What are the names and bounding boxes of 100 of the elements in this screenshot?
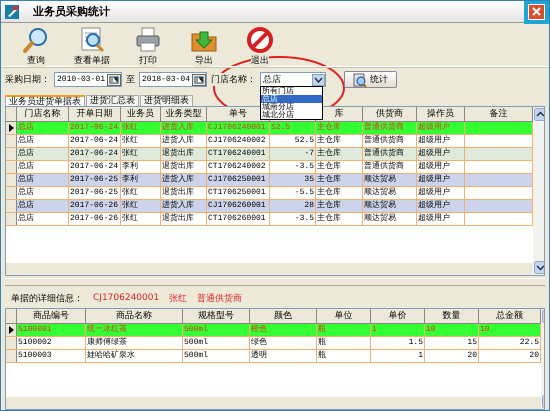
table-cell: 进货入库 bbox=[161, 200, 207, 212]
table-cell: 5100002 bbox=[17, 337, 86, 349]
column-header: 供货商 bbox=[363, 107, 417, 122]
column-header: 单价 bbox=[371, 309, 425, 323]
calendar-icon bbox=[107, 74, 121, 86]
tab[interactable]: 业务员进货单据表 bbox=[5, 95, 85, 106]
toolbar-button[interactable]: 退出 bbox=[239, 26, 281, 66]
table-cell: 超级用户 bbox=[417, 213, 465, 226]
table-cell: 主仓库 bbox=[316, 135, 363, 148]
table-cell: 进货入库 bbox=[161, 135, 207, 148]
tab[interactable]: 进货明细表 bbox=[140, 95, 193, 106]
table-cell: 超级用户 bbox=[417, 148, 465, 160]
table-cell: 普通供货商 bbox=[363, 135, 417, 148]
tab[interactable]: 进货汇总表 bbox=[86, 95, 139, 106]
table-cell: 张红 bbox=[121, 213, 161, 226]
table-cell: 主仓库 bbox=[316, 174, 363, 186]
table-cell: CJ1706240001 bbox=[207, 122, 270, 134]
toolbar-button[interactable]: 导出 bbox=[183, 26, 225, 66]
column-header: 业务员 bbox=[121, 107, 161, 122]
table-cell: 28 bbox=[270, 200, 316, 212]
table-cell: 主仓库 bbox=[316, 200, 363, 212]
table-cell: 15 bbox=[425, 337, 479, 349]
table-cell: 进货入库 bbox=[161, 122, 207, 134]
table-cell: 普通供货商 bbox=[363, 122, 417, 134]
table-cell: 李利 bbox=[121, 161, 161, 174]
calendar-icon bbox=[192, 74, 206, 86]
table-cell: 瓶 bbox=[317, 337, 371, 349]
table-cell: CT1706240002 bbox=[207, 161, 270, 174]
table-row[interactable]: 总店 2017-06-24 张红 退货出库 CT1706240001 -7 主仓库 普通供货商 超级用户 bbox=[6, 148, 533, 162]
column-header: 数量 bbox=[425, 309, 479, 323]
table-cell: 5100003 bbox=[17, 350, 86, 362]
table-cell: 主仓库 bbox=[316, 122, 363, 134]
table-cell: 透明 bbox=[250, 350, 317, 362]
dropdown-option[interactable]: 所有门店 bbox=[261, 87, 322, 96]
table-cell: 500ml bbox=[183, 337, 250, 349]
column-header: 颜色 bbox=[250, 309, 317, 323]
table-cell: 2017-06-25 bbox=[69, 187, 121, 200]
table-row[interactable]: 5100003 娃哈哈矿泉水 500ml 透明 瓶 1 20 20 bbox=[6, 350, 541, 363]
table-cell: 顺达贸易 bbox=[363, 187, 417, 200]
row-header bbox=[6, 200, 17, 212]
date-field[interactable]: 2010-03-01 bbox=[54, 72, 122, 88]
table-cell: 35 bbox=[270, 174, 316, 186]
table-cell: 普通供货商 bbox=[363, 148, 417, 160]
table-cell: 总店 bbox=[17, 148, 69, 160]
row-header bbox=[6, 148, 17, 160]
table-cell: 退货出库 bbox=[161, 187, 207, 200]
table-cell: 张红 bbox=[121, 187, 161, 200]
toolbar-button[interactable]: 打印 bbox=[127, 26, 169, 66]
table-cell: 统一冰红茶 bbox=[86, 324, 183, 336]
table-cell: CJ1706260001 bbox=[207, 200, 270, 212]
column-header: 商品编号 bbox=[17, 309, 86, 323]
detail-info: 单据的详细信息： CJ1706240001 张红 普通供货商 bbox=[10, 292, 244, 306]
row-header bbox=[6, 174, 17, 186]
table-cell: 52.5 bbox=[270, 122, 316, 134]
column-header: 操作员 bbox=[417, 107, 465, 122]
table-cell: CT1706260001 bbox=[207, 213, 270, 226]
current-row-icon bbox=[8, 326, 14, 334]
table-cell: -5.5 bbox=[270, 187, 316, 200]
table-cell: 张红 bbox=[121, 135, 161, 148]
table-cell: CJ1706250001 bbox=[207, 174, 270, 186]
table-cell: 进货入库 bbox=[161, 174, 207, 186]
table-cell: 2017-06-24 bbox=[69, 135, 121, 148]
row-header bbox=[6, 135, 17, 148]
table-row[interactable]: 总店 2017-06-25 李利 进货入库 CJ1706250001 35 主仓库 顺达贸易 超级用户 bbox=[6, 174, 533, 188]
table-cell: 2017-06-26 bbox=[69, 213, 121, 226]
window-title: 业务员采购统计 bbox=[33, 4, 111, 20]
table-cell: 2017-06-26 bbox=[69, 200, 121, 212]
table-row[interactable]: 总店 2017-06-24 李利 退货出库 CT1706240002 -3.5 主仓库 普通供货商 超级用户 bbox=[6, 161, 533, 174]
table-cell: 退货出库 bbox=[161, 213, 207, 226]
vertical-scrollbar[interactable] bbox=[533, 107, 544, 276]
table-row[interactable]: 总店 2017-06-26 张红 进货入库 CJ1706260001 28 主仓库 顺达贸易 超级用户 bbox=[6, 200, 533, 214]
table-cell: 2017-06-24 bbox=[69, 148, 121, 160]
app-icon bbox=[5, 4, 19, 19]
dropdown-option[interactable]: 总店 bbox=[261, 95, 322, 104]
table-cell: 总店 bbox=[17, 213, 69, 226]
table-cell: 超级用户 bbox=[417, 161, 465, 174]
row-header bbox=[6, 350, 17, 362]
column-header: 门店名称 bbox=[17, 107, 69, 122]
table-row[interactable]: 总店 2017-06-26 张红 退货出库 CT1706260001 -3.5 主仓库 顺达贸易 超级用户 bbox=[6, 213, 533, 226]
row-header bbox=[6, 161, 17, 174]
table-row[interactable]: 总店 2017-06-25 张红 退货出库 CT1706250001 -5.5 主仓库 顺达贸易 超级用户 bbox=[6, 187, 533, 200]
toolbar-button[interactable]: 查看单据 bbox=[71, 26, 113, 66]
table-cell: 退货出库 bbox=[161, 148, 207, 160]
statistics-button[interactable]: 统计 bbox=[344, 71, 397, 88]
table-cell: -7 bbox=[270, 148, 316, 160]
table-row[interactable]: 总店 2017-06-24 张红 进货入库 CJ1706240002 52.5 主仓库 普通供货商 超级用户 bbox=[6, 135, 533, 148]
table-cell: 主仓库 bbox=[316, 161, 363, 174]
table-cell: 橙色 bbox=[250, 324, 317, 336]
date-field[interactable]: 2018-03-04 bbox=[139, 72, 207, 88]
table-cell: 顺达贸易 bbox=[363, 200, 417, 212]
table-cell: 总店 bbox=[17, 122, 69, 134]
table-cell: 绿色 bbox=[250, 337, 317, 349]
table-cell: 500ml bbox=[183, 324, 250, 336]
table-cell: 2017-06-25 bbox=[69, 174, 121, 186]
current-row-icon bbox=[8, 124, 14, 132]
table-cell: 超级用户 bbox=[417, 187, 465, 200]
table-cell: 5100001 bbox=[17, 324, 86, 336]
table-row[interactable]: 5100002 康师傅绿茶 500ml 绿色 瓶 1.5 15 22.5 bbox=[6, 337, 541, 350]
table-cell: -3.5 bbox=[270, 213, 316, 226]
toolbar-button[interactable]: 查询 bbox=[15, 26, 57, 66]
